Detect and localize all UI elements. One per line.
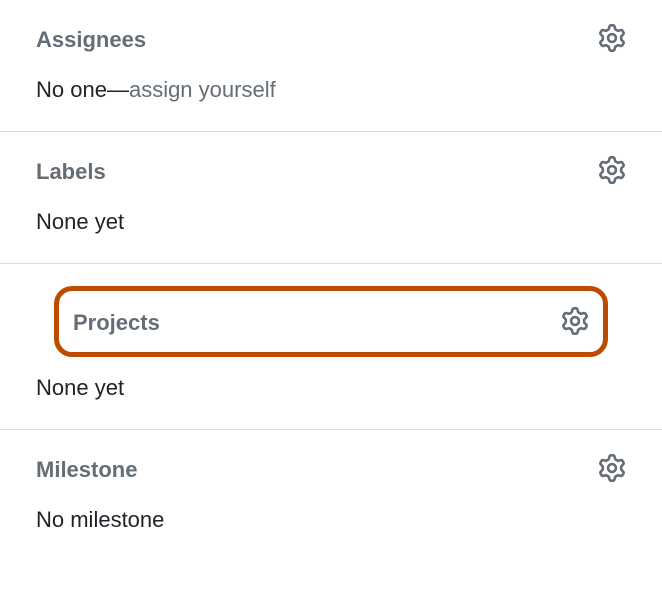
projects-title: Projects [73,310,160,336]
projects-settings-button[interactable] [561,307,589,338]
assign-yourself-link[interactable]: assign yourself [129,77,276,102]
labels-title: Labels [36,159,106,185]
labels-empty-text: None yet [36,209,124,234]
labels-settings-button[interactable] [598,156,626,187]
gear-icon [561,307,589,338]
milestone-section: Milestone No milestone [0,430,662,561]
gear-icon [598,156,626,187]
assignees-empty-text: No one— [36,77,129,102]
milestone-header: Milestone [36,454,626,485]
milestone-body: No milestone [36,507,626,533]
assignees-title: Assignees [36,27,146,53]
labels-header: Labels [36,156,626,187]
projects-empty-text: None yet [36,375,124,400]
milestone-title: Milestone [36,457,137,483]
milestone-empty-text: No milestone [36,507,164,532]
assignees-body: No one—assign yourself [36,77,626,103]
projects-highlight: Projects [54,286,608,357]
labels-body: None yet [36,209,626,235]
assignees-settings-button[interactable] [598,24,626,55]
gear-icon [598,24,626,55]
assignees-section: Assignees No one—assign yourself [0,0,662,132]
assignees-header: Assignees [36,24,626,55]
gear-icon [598,454,626,485]
milestone-settings-button[interactable] [598,454,626,485]
labels-section: Labels None yet [0,132,662,264]
projects-body: None yet [36,357,626,401]
projects-section: Projects None yet [0,264,662,430]
issue-sidebar: Assignees No one—assign yourself Labels … [0,0,662,561]
